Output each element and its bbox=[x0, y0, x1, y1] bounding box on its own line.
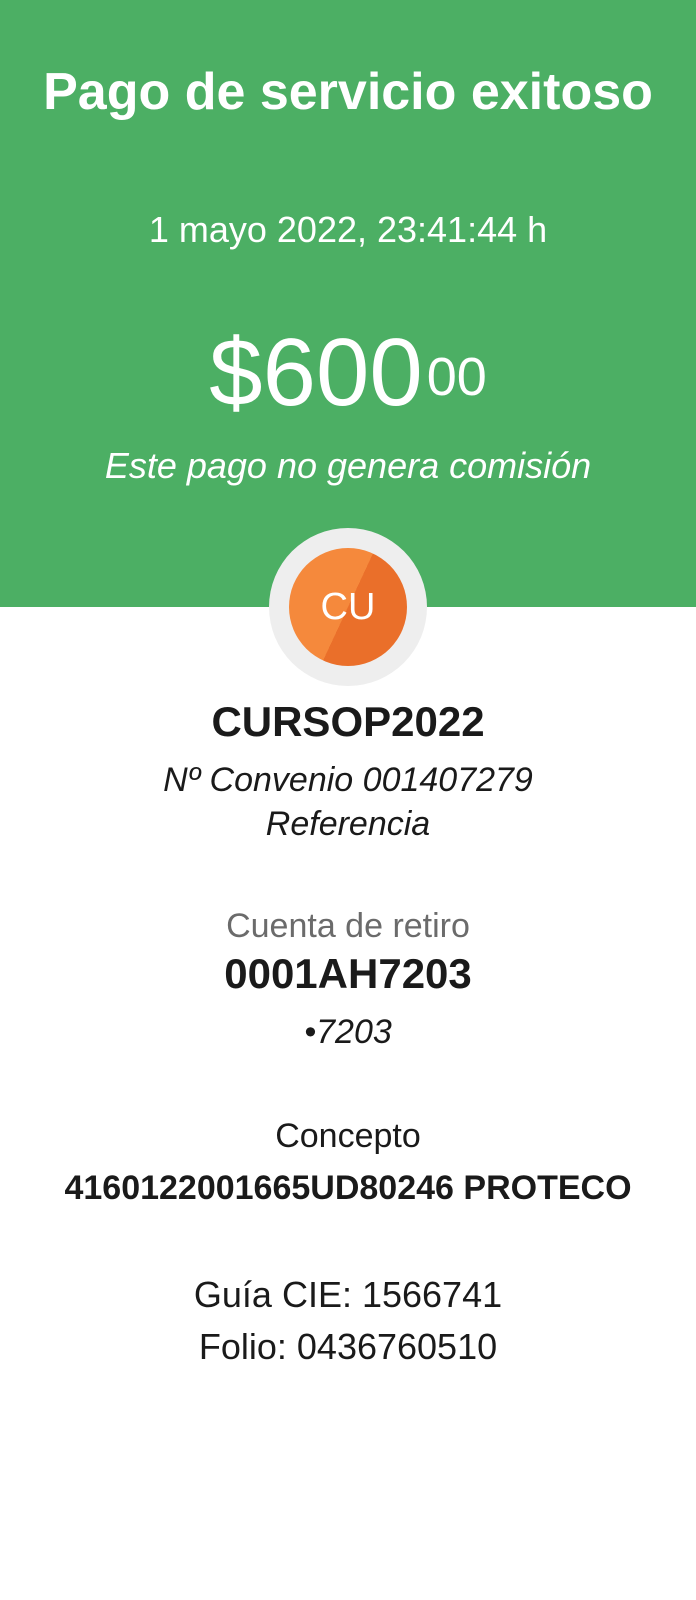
amount-main: $600 bbox=[209, 319, 423, 426]
commission-note: Este pago no genera comisión bbox=[104, 445, 592, 486]
transaction-datetime: 1 mayo 2022, 23:41:44 h bbox=[148, 209, 548, 250]
payment-amount: $60000 bbox=[0, 318, 696, 428]
guia-cie: Guía CIE: 1566741 bbox=[193, 1274, 503, 1315]
page-title: Pago de servicio exitoso bbox=[43, 63, 653, 121]
success-header: Pago de servicio exitoso 1 mayo 2022, 23… bbox=[0, 0, 696, 607]
merchant-name: CURSOP2022 bbox=[211, 698, 485, 745]
concept-value: 4160122001665UD80246 PROTECO bbox=[64, 1169, 632, 1207]
folio-number: Folio: 0436760510 bbox=[198, 1326, 498, 1367]
withdrawal-account-masked: •7203 bbox=[304, 1013, 392, 1051]
withdrawal-account-label: Cuenta de retiro bbox=[226, 907, 470, 945]
amount-cents: 00 bbox=[426, 347, 487, 407]
referencia-label: Referencia bbox=[265, 805, 431, 843]
convenio-number: Nº Convenio 001407279 bbox=[163, 761, 533, 799]
merchant-avatar: CU bbox=[289, 548, 407, 666]
concept-label: Concepto bbox=[275, 1117, 421, 1155]
withdrawal-account-number: 0001AH7203 bbox=[224, 950, 472, 997]
